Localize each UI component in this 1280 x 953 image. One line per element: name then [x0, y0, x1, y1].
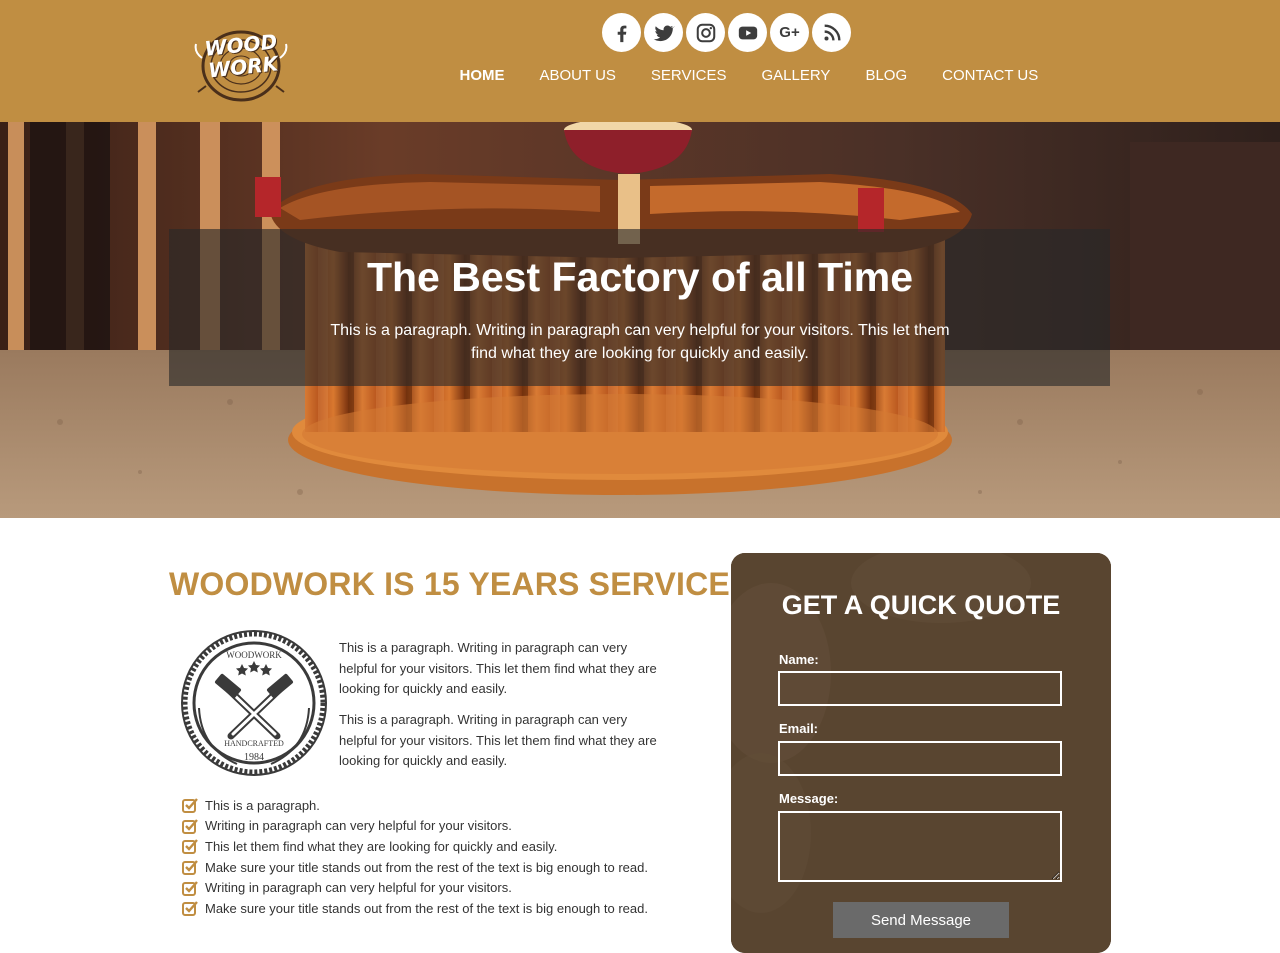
- hero-text: This is a paragraph. Writing in paragrap…: [330, 322, 950, 362]
- about-paragraph-1: This is a paragraph. Writing in paragrap…: [339, 640, 657, 696]
- main-nav: HOME ABOUT US SERVICES GALLERY BLOG CONT…: [442, 66, 1056, 88]
- message-label: Message:: [779, 791, 839, 806]
- checkbox-icon: [182, 880, 198, 896]
- hero-title: The Best Factory of all Time: [366, 254, 914, 300]
- rss-icon: [823, 23, 841, 41]
- email-label: Email:: [779, 721, 819, 736]
- about-title: WOODWORK IS 15 YEARS SERVICE: [169, 566, 730, 602]
- checkbox-icon: [182, 819, 198, 834]
- facebook-button[interactable]: [602, 13, 641, 52]
- checkbox-icon: [182, 839, 198, 855]
- twitter-icon: [653, 25, 675, 41]
- message-textarea[interactable]: [778, 811, 1062, 882]
- hero-banner: The Best Factory of all Time This is a p…: [0, 122, 1280, 518]
- facebook-icon: [617, 25, 626, 42]
- youtube-button[interactable]: [728, 13, 767, 52]
- list-item-text: This is a paragraph.: [205, 797, 320, 813]
- list-item: Make sure your title stands out from the…: [182, 898, 648, 919]
- badge-year-text: 1984: [244, 752, 264, 763]
- rss-button[interactable]: [812, 13, 851, 52]
- nav-services[interactable]: SERVICES: [633, 66, 744, 88]
- email-input[interactable]: [778, 741, 1062, 776]
- checkbox-icon: [182, 901, 198, 917]
- google-plus-button[interactable]: G+: [770, 13, 809, 52]
- social-links: G+: [602, 13, 851, 53]
- list-item: This is a paragraph.: [182, 795, 648, 816]
- quote-form-panel: GET A QUICK QUOTE Name: Email: Message: …: [731, 553, 1111, 953]
- list-item: Make sure your title stands out from the…: [182, 857, 648, 878]
- checkbox-icon: [182, 798, 198, 814]
- twitter-button[interactable]: [644, 13, 683, 52]
- name-input[interactable]: [778, 671, 1062, 706]
- badge-top-text: WOODWORK: [226, 650, 282, 660]
- list-item-text: Make sure your title stands out from the…: [205, 859, 648, 875]
- instagram-icon: [696, 23, 715, 42]
- nav-contact-us[interactable]: CONTACT US: [925, 66, 1056, 88]
- handcrafted-badge: WOODWORK HANDCRAFTED 1984: [181, 630, 327, 776]
- list-item: Writing in paragraph can very helpful fo…: [182, 877, 648, 898]
- list-item: Writing in paragraph can very helpful fo…: [182, 816, 648, 837]
- list-item: This let them find what they are looking…: [182, 836, 648, 857]
- list-item-text: Make sure your title stands out from the…: [205, 900, 648, 916]
- send-message-button[interactable]: Send Message: [833, 902, 1009, 938]
- feature-checklist: This is a paragraph. Writing in paragrap…: [182, 795, 648, 919]
- nav-gallery[interactable]: GALLERY: [744, 66, 848, 88]
- site-header: WOOD WORK G+ HOME ABOUT US SERVICES GALL…: [0, 0, 1280, 122]
- nav-about-us[interactable]: ABOUT US: [522, 66, 633, 88]
- quote-title: GET A QUICK QUOTE: [781, 590, 1061, 620]
- name-label: Name:: [779, 652, 819, 667]
- instagram-button[interactable]: [686, 13, 725, 52]
- nav-blog[interactable]: BLOG: [848, 66, 925, 88]
- list-item-text: Writing in paragraph can very helpful fo…: [205, 880, 512, 896]
- checkbox-icon: [182, 860, 198, 876]
- badge-bottom-text: HANDCRAFTED: [224, 739, 284, 748]
- nav-home[interactable]: HOME: [442, 66, 522, 88]
- list-item-text: This let them find what they are looking…: [205, 838, 558, 854]
- list-item-text: Writing in paragraph can very helpful fo…: [205, 818, 512, 834]
- about-paragraph-2: This is a paragraph. Writing in paragrap…: [339, 712, 657, 768]
- logo-wordmark: WOOD WORK: [190, 29, 294, 83]
- google-plus-icon: G+: [779, 24, 800, 41]
- youtube-icon: [738, 26, 757, 39]
